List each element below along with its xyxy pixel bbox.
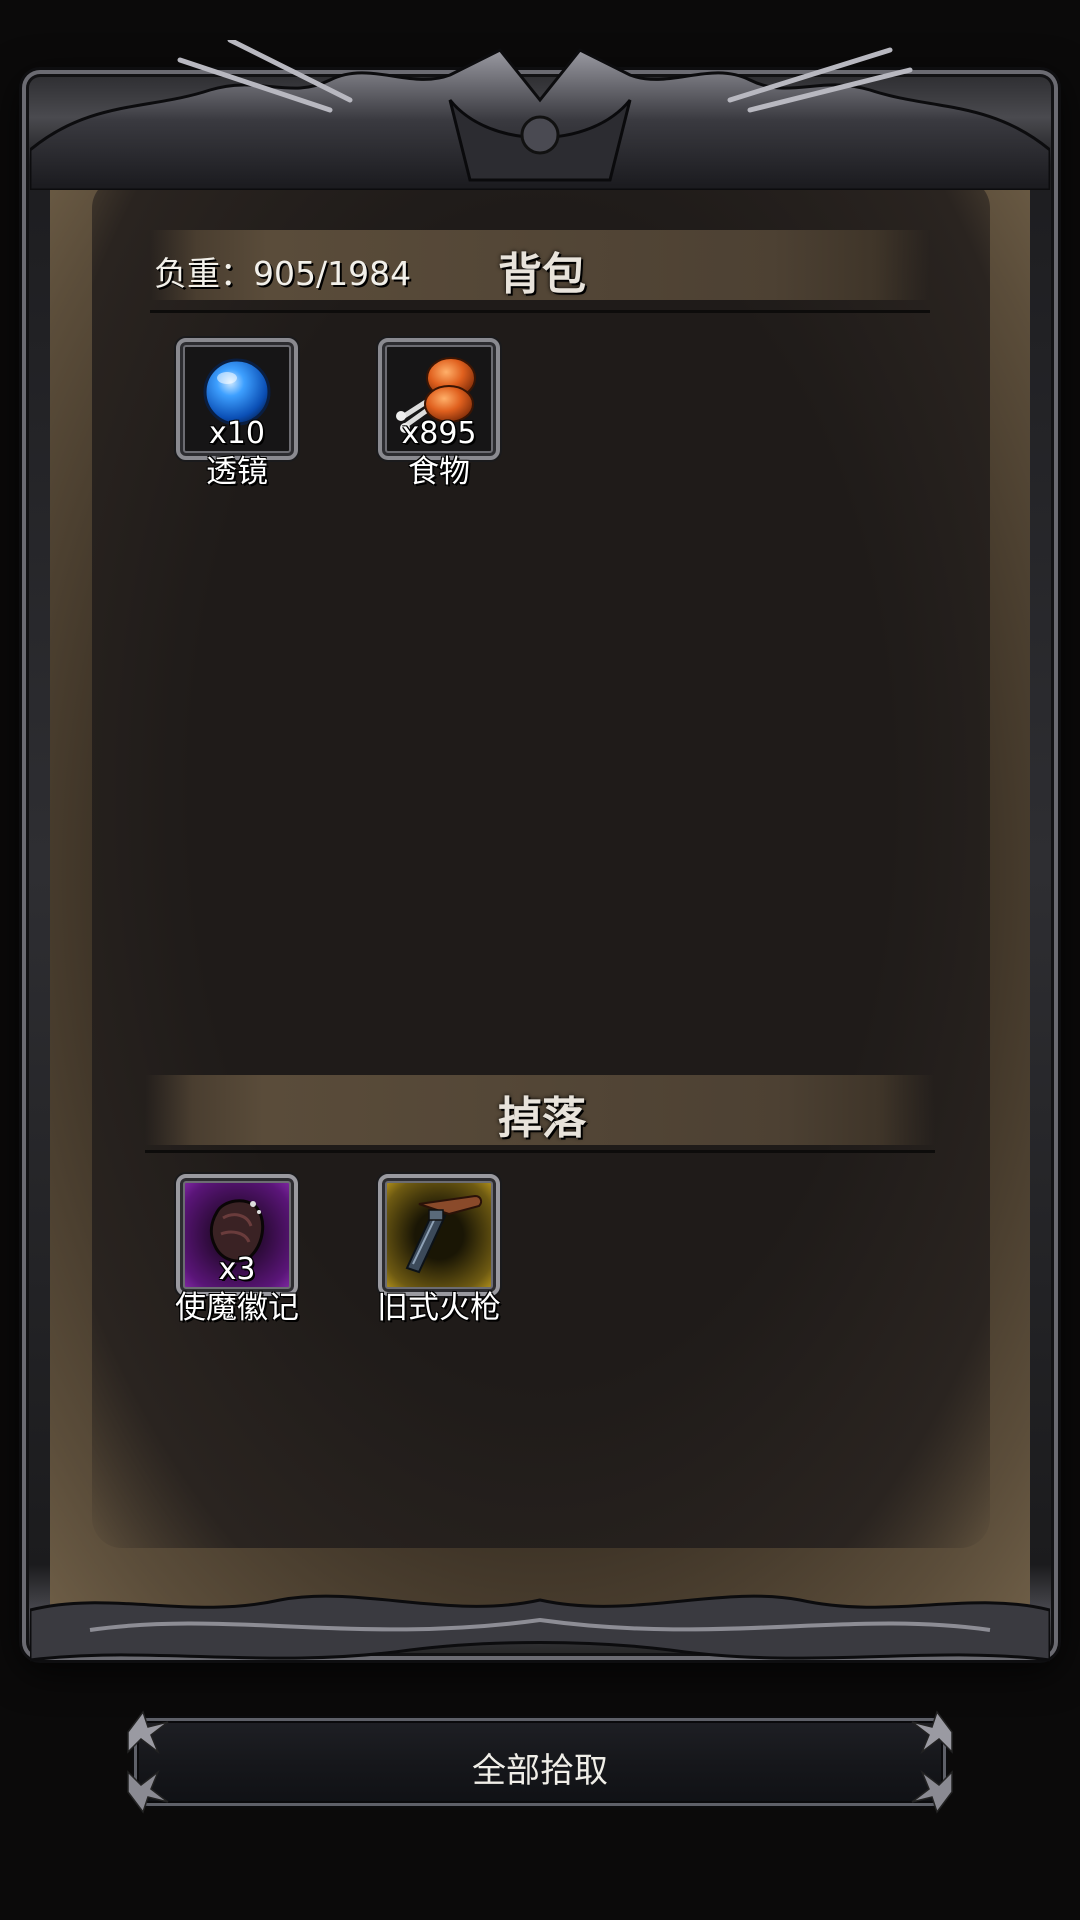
drop-item-old-musket[interactable]: 旧式火枪 (377, 1174, 501, 1326)
inventory-screen: 负重：905/1984 背包 x10 透镜 x895 食物 掉落 x3 使魔徽记… (0, 0, 1080, 1920)
backpack-header-divider (150, 310, 930, 313)
pick-all-label: 全部拾取 (472, 1751, 608, 1791)
backpack-item-lens[interactable]: x10 透镜 (176, 338, 298, 490)
backpack-item-food[interactable]: x895 食物 (378, 338, 500, 490)
dragon-crest-top-ornament (30, 40, 1050, 190)
flintlock-pistol-icon (405, 1194, 483, 1274)
carry-weight-label: 负重：905/1984 (154, 254, 412, 293)
item-name: 食物 (408, 454, 470, 490)
backpack-title: 背包 (498, 249, 586, 300)
drops-header-divider (145, 1150, 935, 1153)
pick-all-button[interactable]: 全部拾取 (127, 1710, 953, 1814)
item-name: 使魔徽记 (175, 1290, 299, 1326)
drops-title: 掉落 (498, 1093, 586, 1144)
item-name: 旧式火枪 (377, 1290, 501, 1326)
dragon-crest-bottom-ornament (30, 1594, 1050, 1662)
drop-item-familiar-emblem[interactable]: x3 使魔徽记 (175, 1174, 299, 1326)
item-name: 透镜 (206, 454, 268, 490)
